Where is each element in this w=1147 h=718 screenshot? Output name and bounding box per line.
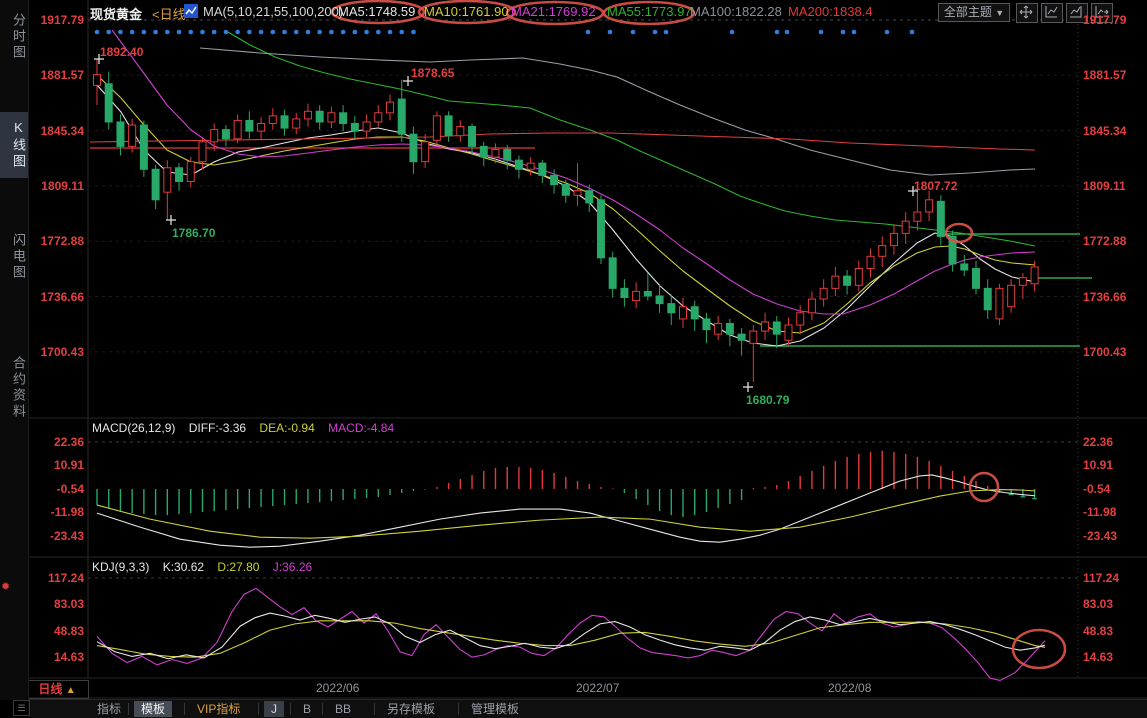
tab-separator	[374, 703, 375, 715]
price-axis-label-right-6: 1736.66	[1083, 290, 1126, 304]
macd-axis-label-left-2: 10.91	[30, 458, 84, 472]
kdj-k-value: K:30.62	[163, 560, 204, 574]
price-axis-label-right-2: 1881.57	[1083, 68, 1126, 82]
tab-separator	[458, 703, 459, 715]
sidebar-item-1[interactable]: 分时图	[0, 6, 28, 68]
macd-diff-value: DIFF:-3.36	[189, 421, 246, 435]
candlestick-chart-icon	[184, 4, 198, 18]
kdj-axis-label-left-1: 117.24	[30, 571, 84, 585]
chart-canvas[interactable]	[0, 0, 1147, 718]
price-axis-label-right-5: 1772.88	[1083, 234, 1126, 248]
tab-1[interactable]: 指标	[90, 701, 128, 717]
price-peak-label-1: 1892.40	[100, 45, 143, 59]
tab-5[interactable]: B	[296, 701, 318, 717]
price-axis-label-left-3: 1845.34	[30, 124, 84, 138]
macd-axis-label-right-1: 22.36	[1083, 435, 1113, 449]
kdj-axis-label-right-2: 83.03	[1083, 597, 1113, 611]
ma-params: MA(5,10,21,55,100,200)	[203, 4, 343, 19]
price-axis-label-right-7: 1700.43	[1083, 345, 1126, 359]
price-axis-label-left-7: 1700.43	[30, 345, 84, 359]
period-selector-label: 日线	[38, 682, 62, 696]
macd-header: MACD(26,12,9) DIFF:-3.36 DEA:-0.94 MACD:…	[92, 421, 404, 435]
sidebar-item-3[interactable]: 闪电图	[0, 224, 28, 290]
macd-axis-label-left-5: -23.43	[30, 529, 84, 543]
macd-axis-label-right-4: -11.98	[1083, 505, 1116, 519]
kdj-axis-label-right-4: 14.63	[1083, 650, 1113, 664]
ma-value-6: MA200:1838.4	[788, 4, 873, 19]
macd-axis-label-right-5: -23.43	[1083, 529, 1117, 543]
kdj-axis-label-left-3: 48.83	[30, 624, 84, 638]
sidebar-item-2[interactable]: K线图	[0, 112, 28, 178]
ma-value-5: MA100:1822.28	[690, 4, 782, 19]
price-peak-label-5: 1680.79	[746, 393, 789, 407]
tab-separator	[128, 703, 129, 715]
alert-icon: ✹	[1, 580, 10, 593]
sidebar-item-4[interactable]: 合约资料	[0, 344, 28, 432]
pan-icon[interactable]	[1016, 3, 1038, 23]
kdj-axis-label-left-4: 14.63	[30, 650, 84, 664]
bottom-tab-bar: 指标模板VIP指标JBBB另存模板管理模板	[28, 699, 1147, 718]
price-peak-label-4: 1807.72	[914, 179, 957, 193]
price-axis-label-right-3: 1845.34	[1083, 124, 1126, 138]
kdj-j-value: J:36.26	[273, 560, 312, 574]
price-axis-label-left-5: 1772.88	[30, 234, 84, 248]
macd-axis-label-left-3: -0.54	[30, 482, 84, 496]
ma-value-3: MA21:1769.92	[511, 4, 596, 19]
sidebar: 分时图 K线图闪电图合约资料	[0, 0, 29, 700]
kdj-axis-label-right-1: 117.24	[1083, 571, 1119, 585]
tab-separator	[322, 703, 323, 715]
time-axis-label-2: 2022/07	[576, 681, 619, 695]
menu-icon[interactable]: ☰	[13, 700, 30, 716]
kdj-axis-label-right-3: 48.83	[1083, 624, 1113, 638]
ma-value-2: MA10:1761.90	[424, 4, 509, 19]
theme-dropdown[interactable]: 全部主题 ▼	[938, 3, 1010, 22]
ma-value-4: MA55:1773.97	[607, 4, 692, 19]
tab-4[interactable]: J	[264, 701, 284, 717]
ma-value-1: MA5:1748.59	[338, 4, 415, 19]
macd-axis-label-right-3: -0.54	[1083, 482, 1110, 496]
triangle-up-icon: ▲	[66, 685, 76, 696]
macd-dea-value: DEA:-0.94	[259, 421, 314, 435]
tab-separator	[290, 703, 291, 715]
tab-3[interactable]: VIP指标	[190, 701, 247, 717]
symbol-title: 现货黄金	[90, 4, 142, 23]
charting-app: 分时图 K线图闪电图合约资料 ✹ ☰ 现货黄金 <日线> MA(5,10,21,5…	[0, 0, 1147, 718]
axis-left-icon[interactable]	[1041, 3, 1063, 23]
price-peak-label-3: 1878.65	[411, 66, 454, 80]
macd-axis-label-left-4: -11.98	[30, 505, 84, 519]
tab-7[interactable]: 另存模板	[380, 701, 442, 717]
period-selector[interactable]: 日线 ▲	[25, 680, 89, 699]
time-axis-label-1: 2022/06	[316, 681, 359, 695]
kdj-header: KDJ(9,3,3) K:30.62 D:27.80 J:36.26	[92, 560, 322, 574]
kdj-d-value: D:27.80	[217, 560, 259, 574]
tab-separator	[184, 703, 185, 715]
topbar: 现货黄金 <日线> MA(5,10,21,55,100,200) 全部主题 ▼ …	[0, 0, 1147, 26]
macd-axis-label-right-2: 10.91	[1083, 458, 1113, 472]
theme-dropdown-label: 全部主题	[944, 5, 992, 19]
tab-2[interactable]: 模板	[134, 701, 172, 717]
macd-axis-label-left-1: 22.36	[30, 435, 84, 449]
price-axis-label-left-4: 1809.11	[30, 179, 84, 193]
macd-name: MACD(26,12,9)	[92, 421, 175, 435]
tab-8[interactable]: 管理模板	[464, 701, 526, 717]
price-axis-label-right-1: 1917.79	[1083, 13, 1126, 27]
time-axis-label-3: 2022/08	[828, 681, 871, 695]
macd-hist-value: MACD:-4.84	[328, 421, 394, 435]
tab-separator	[258, 703, 259, 715]
price-axis-label-right-4: 1809.11	[1083, 179, 1126, 193]
kdj-axis-label-left-2: 83.03	[30, 597, 84, 611]
price-axis-label-left-6: 1736.66	[30, 290, 84, 304]
chevron-down-icon: ▼	[995, 8, 1004, 18]
tab-6[interactable]: BB	[328, 701, 358, 717]
price-axis-label-left-2: 1881.57	[30, 68, 84, 82]
kdj-name: KDJ(9,3,3)	[92, 560, 149, 574]
price-peak-label-2: 1786.70	[172, 226, 215, 240]
price-axis-label-left-1: 1917.79	[30, 13, 84, 27]
